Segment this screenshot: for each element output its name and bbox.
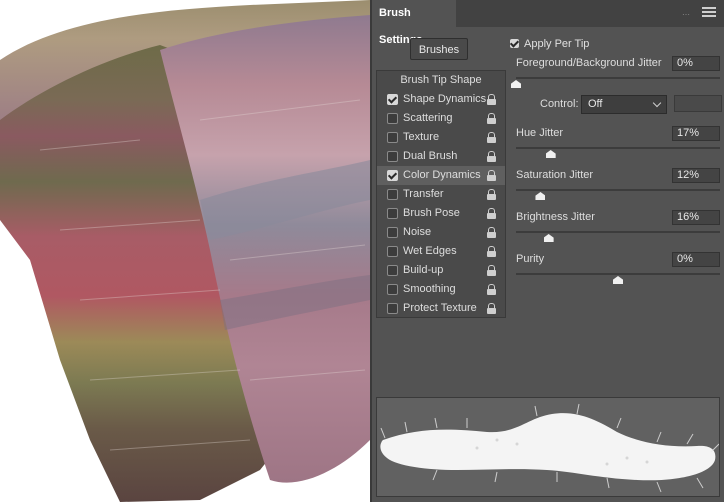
brush-option-smoothing[interactable]: Smoothing bbox=[377, 280, 505, 299]
brush-option-transfer[interactable]: Transfer bbox=[377, 185, 505, 204]
lock-icon[interactable] bbox=[487, 284, 496, 295]
slider-track-saturation[interactable] bbox=[516, 189, 720, 191]
option-label: Brush Pose bbox=[403, 207, 460, 219]
option-label: Shape Dynamics bbox=[403, 93, 487, 105]
brush-stroke-artwork bbox=[0, 0, 370, 502]
brush-option-texture[interactable]: Texture bbox=[377, 128, 505, 147]
option-label: Build-up bbox=[403, 264, 444, 276]
control-extra-field bbox=[674, 95, 722, 112]
option-checkbox[interactable] bbox=[387, 284, 398, 295]
apply-per-tip-label: Apply Per Tip bbox=[524, 38, 590, 50]
chevron-down-icon bbox=[652, 98, 662, 108]
control-dropdown[interactable]: Off bbox=[581, 95, 667, 114]
lock-icon[interactable] bbox=[487, 132, 496, 143]
param-value-brightness[interactable]: 16% bbox=[672, 210, 720, 225]
option-label: Transfer bbox=[403, 188, 444, 200]
option-checkbox[interactable] bbox=[387, 151, 398, 162]
panel-divider[interactable] bbox=[370, 0, 372, 502]
lock-icon[interactable] bbox=[487, 246, 496, 257]
brush-option-protect-texture[interactable]: Protect Texture bbox=[377, 299, 505, 318]
panel-tab-bar: Brush Settings ⋯ bbox=[372, 0, 724, 46]
param-value-hue[interactable]: 17% bbox=[672, 126, 720, 141]
param-value-saturation[interactable]: 12% bbox=[672, 168, 720, 183]
painting-canvas[interactable] bbox=[0, 0, 370, 502]
lock-icon[interactable] bbox=[487, 94, 496, 105]
option-label: Color Dynamics bbox=[403, 169, 481, 181]
option-checkbox[interactable] bbox=[387, 170, 398, 181]
slider-track-hue[interactable] bbox=[516, 147, 720, 149]
collapse-dots-icon[interactable]: ⋯ bbox=[682, 11, 690, 19]
lock-icon[interactable] bbox=[487, 303, 496, 314]
slider-track-brightness[interactable] bbox=[516, 231, 720, 233]
option-label: Protect Texture bbox=[403, 302, 477, 314]
brush-settings-panel: Brush Settings ⋯ Brushes Brush Tip Shape… bbox=[370, 0, 724, 502]
brush-option-brush-tip-shape[interactable]: Brush Tip Shape bbox=[377, 71, 505, 90]
lock-icon[interactable] bbox=[487, 151, 496, 162]
option-label: Dual Brush bbox=[403, 150, 458, 162]
lock-icon[interactable] bbox=[487, 170, 496, 181]
lock-icon[interactable] bbox=[487, 208, 496, 219]
option-label: Scattering bbox=[403, 112, 453, 124]
option-checkbox[interactable] bbox=[387, 94, 398, 105]
option-label: Wet Edges bbox=[403, 245, 457, 257]
brush-options-list: Brush Tip Shape Shape Dynamics Scattering T… bbox=[376, 70, 506, 318]
brush-option-color-dynamics[interactable]: Color Dynamics bbox=[377, 166, 505, 185]
lock-icon[interactable] bbox=[487, 113, 496, 124]
option-label: Brush Tip Shape bbox=[400, 74, 482, 86]
lock-icon[interactable] bbox=[487, 227, 496, 238]
lock-icon[interactable] bbox=[487, 189, 496, 200]
option-checkbox[interactable] bbox=[387, 113, 398, 124]
lock-icon[interactable] bbox=[487, 265, 496, 276]
param-label-hue: Hue Jitter bbox=[516, 127, 564, 139]
brush-stroke-preview bbox=[376, 397, 720, 497]
brush-option-brush-pose[interactable]: Brush Pose bbox=[377, 204, 505, 223]
option-label: Texture bbox=[403, 131, 440, 143]
option-label: Smoothing bbox=[403, 283, 456, 295]
option-checkbox[interactable] bbox=[387, 208, 398, 219]
param-value-fg_bg[interactable]: 0% bbox=[672, 56, 720, 71]
option-checkbox[interactable] bbox=[387, 265, 398, 276]
control-dropdown-value: Off bbox=[588, 98, 603, 110]
brush-option-shape-dynamics[interactable]: Shape Dynamics bbox=[377, 90, 505, 109]
preview-stroke-graphic bbox=[380, 403, 719, 493]
apply-per-tip-checkbox[interactable] bbox=[510, 39, 519, 48]
tab-brush-settings[interactable]: Brush Settings bbox=[372, 0, 456, 46]
brush-option-scattering[interactable]: Scattering bbox=[377, 109, 505, 128]
brush-option-build-up[interactable]: Build-up bbox=[377, 261, 505, 280]
control-label: Control: bbox=[540, 98, 579, 110]
brush-option-noise[interactable]: Noise bbox=[377, 223, 505, 242]
option-checkbox[interactable] bbox=[387, 246, 398, 257]
option-label: Noise bbox=[403, 226, 432, 238]
option-checkbox[interactable] bbox=[387, 227, 398, 238]
slider-track-purity[interactable] bbox=[516, 273, 720, 275]
brush-option-wet-edges[interactable]: Wet Edges bbox=[377, 242, 505, 261]
brushes-button[interactable]: Brushes bbox=[410, 38, 468, 60]
param-label-fg_bg: Foreground/Background Jitter bbox=[516, 57, 662, 69]
option-checkbox[interactable] bbox=[387, 303, 398, 314]
option-checkbox[interactable] bbox=[387, 132, 398, 143]
param-value-purity[interactable]: 0% bbox=[672, 252, 720, 267]
brush-option-dual-brush[interactable]: Dual Brush bbox=[377, 147, 505, 166]
param-label-brightness: Brightness Jitter bbox=[516, 211, 595, 223]
panel-menu-icon[interactable] bbox=[702, 7, 716, 19]
option-checkbox[interactable] bbox=[387, 189, 398, 200]
param-label-saturation: Saturation Jitter bbox=[516, 169, 594, 181]
param-label-purity: Purity bbox=[516, 253, 545, 265]
slider-track-fg_bg[interactable] bbox=[516, 77, 720, 79]
